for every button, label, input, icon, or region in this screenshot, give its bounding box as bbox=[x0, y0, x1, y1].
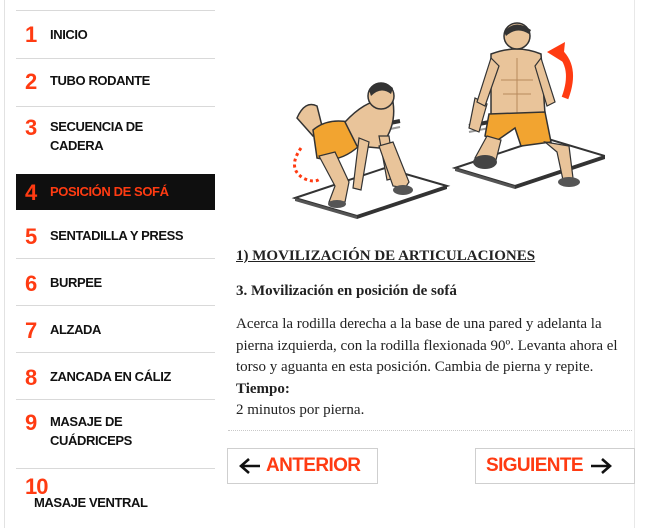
previous-button[interactable]: ANTERIOR bbox=[227, 448, 378, 484]
sidebar-item-masaje-de-cuadriceps[interactable]: 9 MASAJE DE CUÁDRICEPS bbox=[16, 399, 215, 468]
previous-button-label: ANTERIOR bbox=[266, 455, 361, 476]
sidebar-item-label: POSICIÓN DE SOFÁ bbox=[50, 184, 169, 199]
sidebar-item-number: 8 bbox=[25, 365, 37, 390]
arrow-left-icon bbox=[239, 458, 260, 474]
sidebar-item-label: SENTADILLA Y PRESS bbox=[50, 228, 184, 243]
sidebar-item-number: 5 bbox=[25, 224, 37, 249]
content-divider bbox=[228, 430, 632, 431]
time-label: Tiempo: bbox=[236, 380, 290, 397]
sidebar-item-zancada-en-caliz[interactable]: 8 ZANCADA EN CÁLIZ bbox=[16, 352, 215, 399]
first-position-figure bbox=[291, 82, 451, 219]
sidebar-item-posicion-de-sofa[interactable]: 4 POSICIÓN DE SOFÁ bbox=[16, 174, 215, 210]
sidebar-item-label: BURPEE bbox=[50, 275, 102, 290]
sidebar-item-burpee[interactable]: 6 BURPEE bbox=[16, 258, 215, 305]
sidebar-item-inicio[interactable]: 1 INICIO bbox=[16, 10, 215, 58]
next-button[interactable]: SIGUIENTE bbox=[475, 448, 635, 484]
sidebar-item-number: 4 bbox=[25, 180, 37, 205]
sidebar-item-alzada[interactable]: 7 ALZADA bbox=[16, 305, 215, 352]
sidebar-item-masaje-ventral[interactable]: 10 MASAJE VENTRAL bbox=[16, 468, 215, 514]
sidebar-item-tubo-rodante[interactable]: 2 TUBO RODANTE bbox=[16, 58, 215, 106]
exercise-description: Acerca la rodilla derecha a la base de u… bbox=[236, 314, 636, 422]
sidebar-item-label: MASAJE DE CUÁDRICEPS bbox=[50, 414, 132, 448]
sidebar-item-number: 1 bbox=[25, 22, 37, 47]
sidebar-item-sentadilla-y-press[interactable]: 5 SENTADILLA Y PRESS bbox=[16, 210, 215, 258]
exercise-title: 3. Movilización en posición de sofá bbox=[236, 283, 457, 299]
sidebar-item-number: 2 bbox=[25, 69, 37, 94]
arrow-right-icon bbox=[591, 458, 612, 474]
sidebar-item-number: 6 bbox=[25, 271, 37, 296]
sidebar-item-label: SECUENCIA DE CADERA bbox=[50, 119, 143, 153]
sidebar-item-number: 9 bbox=[25, 410, 37, 435]
left-border bbox=[4, 0, 5, 528]
sidebar-item-label: ALZADA bbox=[50, 322, 102, 337]
sidebar-item-label: TUBO RODANTE bbox=[50, 73, 150, 88]
time-value: 2 minutos por pierna. bbox=[236, 402, 365, 418]
exercise-sidebar: 1 INICIO 2 TUBO RODANTE 3 SECUENCIA DE C… bbox=[16, 10, 215, 514]
sidebar-item-label: INICIO bbox=[50, 27, 88, 42]
sidebar-item-label: MASAJE VENTRAL bbox=[34, 495, 148, 510]
sidebar-item-label: ZANCADA EN CÁLIZ bbox=[50, 369, 171, 384]
sidebar-item-number: 7 bbox=[25, 318, 37, 343]
sidebar-item-secuencia-de-cadera[interactable]: 3 SECUENCIA DE CADERA bbox=[16, 106, 215, 174]
section-heading: 1) MOVILIZACIÓN DE ARTICULACIONES bbox=[236, 248, 536, 264]
description-text: Acerca la rodilla derecha a la base de u… bbox=[236, 316, 618, 375]
next-button-label: SIGUIENTE bbox=[486, 455, 584, 476]
second-position-figure bbox=[451, 22, 605, 189]
sidebar-item-number: 3 bbox=[25, 115, 37, 140]
couch-stretch-illustration bbox=[291, 22, 605, 219]
